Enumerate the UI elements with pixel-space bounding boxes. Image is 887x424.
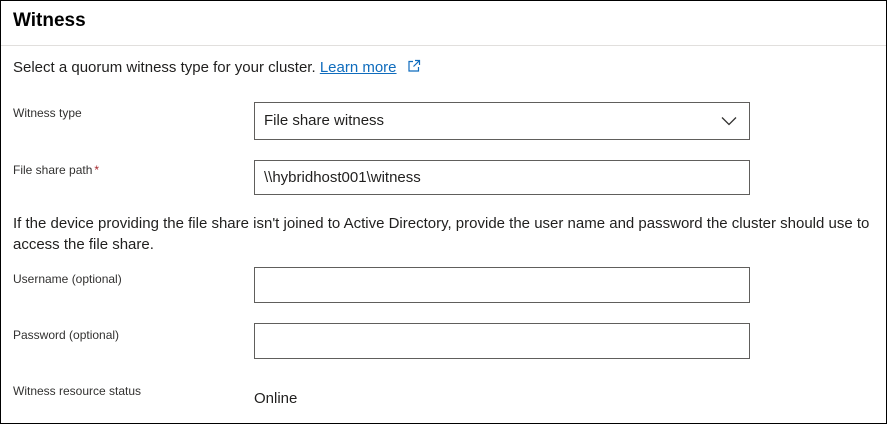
file-share-path-value: \\hybridhost001\witness [264, 169, 421, 186]
file-share-path-label-text: File share path [13, 163, 93, 177]
chevron-down-icon [721, 117, 737, 126]
required-marker: * [94, 163, 100, 177]
witness-status-value: Online [254, 390, 298, 407]
witness-status-label: Witness resource status [13, 384, 142, 398]
witness-panel: Witness Select a quorum witness type for… [0, 0, 887, 424]
file-share-path-label: File share path * [13, 162, 99, 178]
intro-text: Select a quorum witness type for your cl… [13, 59, 316, 76]
username-label: Username (optional) [13, 272, 122, 286]
title-divider [1, 45, 886, 46]
witness-type-selected-value: File share witness [264, 112, 385, 129]
password-label: Password (optional) [13, 328, 120, 342]
intro-text-line: Select a quorum witness type for your cl… [13, 58, 421, 78]
credentials-explanation: If the device providing the file share i… [13, 215, 870, 253]
witness-type-dropdown[interactable]: File share witness [254, 102, 750, 140]
external-link-icon[interactable] [407, 59, 421, 73]
learn-more-link[interactable]: Learn more [320, 59, 397, 76]
witness-type-label: Witness type [13, 106, 82, 120]
section-title: Witness [13, 10, 86, 31]
username-input[interactable] [254, 267, 750, 303]
file-share-path-input[interactable]: \\hybridhost001\witness [254, 160, 750, 195]
password-input[interactable] [254, 323, 750, 359]
